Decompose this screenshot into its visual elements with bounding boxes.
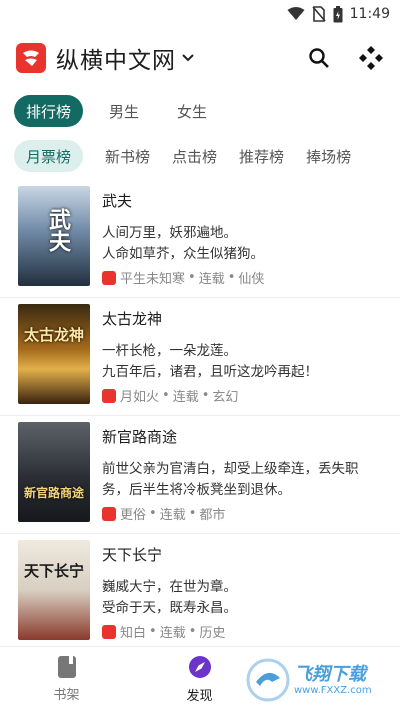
tab-male[interactable]: 男生 — [97, 95, 151, 127]
separator: • — [188, 506, 197, 521]
chevron-down-icon[interactable] — [181, 53, 195, 63]
book-title: 武夫 — [102, 192, 133, 210]
author: 更俗 — [120, 508, 147, 523]
book-description: 前世父亲为官清白，却受上级牵连，丢失职 务，后半生将冷板凳坐到退休。 — [102, 459, 384, 501]
separator: • — [188, 624, 197, 639]
desc-line: 巍威大宁，在世为章。 — [102, 579, 237, 595]
status-bar: 11:49 — [0, 0, 400, 28]
watermark: 飞翔下载 www.FXXZ.com — [246, 653, 396, 707]
nav-bookshelf[interactable]: 书架 — [0, 647, 133, 711]
separator: • — [149, 624, 157, 639]
desc-line: 一杆长枪，一朵龙莲。 — [102, 343, 237, 359]
book-item[interactable]: 武夫 武夫 人间万里，妖邪遍地。 人命如草芥，众生似猪狗。 平生未知寒 • 连载… — [0, 180, 400, 298]
app-logo-icon — [16, 43, 46, 73]
book-title: 太古龙神 — [102, 310, 163, 328]
search-icon — [309, 48, 329, 68]
desc-line: 九百年后，诸君，且听这龙吟再起！ — [102, 364, 318, 380]
book-cover[interactable]: 武夫 — [18, 186, 90, 286]
genre: 玄幻 — [212, 390, 239, 405]
watermark-logo-icon — [246, 658, 290, 702]
watermark-text: 飞翔下载 — [294, 663, 366, 685]
more-button[interactable] — [356, 43, 386, 73]
search-button[interactable] — [304, 43, 334, 73]
category-tabs: 排行榜 男生 女生 — [0, 88, 400, 134]
book-list: 武夫 武夫 人间万里，妖邪遍地。 人命如草芥，众生似猪狗。 平生未知寒 • 连载… — [0, 180, 400, 652]
separator: • — [188, 270, 196, 285]
serial-status: 连载 — [198, 272, 225, 287]
desc-line: 务，后半生将冷板凳坐到退休。 — [102, 482, 291, 498]
battery-icon — [333, 5, 343, 22]
clock: 11:49 — [349, 6, 390, 22]
separator: • — [162, 388, 170, 403]
book-item[interactable]: 太古龙神 太古龙神 一杆长枪，一朵龙莲。 九百年后，诸君，且听这龙吟再起！ 月如… — [0, 298, 400, 416]
book-title: 天下长宁 — [102, 546, 163, 564]
author-logo-icon — [102, 624, 116, 639]
rank-tab-monthly-ticket[interactable]: 月票榜 — [14, 140, 84, 172]
book-description: 一杆长枪，一朵龙莲。 九百年后，诸君，且听这龙吟再起！ — [102, 341, 384, 383]
book-meta: 知白 • 连载 • 历史 — [102, 622, 225, 641]
author-logo-icon — [102, 388, 116, 403]
author-logo-icon — [102, 270, 116, 285]
serial-status: 连载 — [159, 626, 186, 641]
desc-line: 受命于天，既寿永昌。 — [102, 600, 237, 616]
book-meta: 月如火 • 连载 • 玄幻 — [102, 386, 238, 405]
cover-title: 太古龙神 — [23, 326, 84, 344]
genre: 都市 — [199, 508, 226, 523]
watermark-url: www.FXXZ.com — [294, 684, 372, 696]
cover-title: 武夫 — [45, 208, 71, 252]
no-sim-icon — [312, 6, 326, 22]
book-title: 新官路商途 — [102, 428, 178, 446]
tab-female[interactable]: 女生 — [165, 95, 219, 127]
app-bar: 纵横中文网 — [0, 28, 400, 88]
cover-title: 天下长宁 — [23, 562, 84, 580]
book-item[interactable]: 新官路商途 新官路商途 前世父亲为官清白，却受上级牵连，丢失职 务，后半生将冷板… — [0, 416, 400, 534]
nav-label: 书架 — [53, 687, 80, 703]
desc-line: 前世父亲为官清白，却受上级牵连，丢失职 — [102, 461, 359, 477]
app-title[interactable]: 纵横中文网 — [56, 41, 176, 75]
book-meta: 平生未知寒 • 连载 • 仙侠 — [102, 268, 264, 287]
book-cover[interactable]: 太古龙神 — [18, 304, 90, 404]
serial-status: 连载 — [159, 508, 186, 523]
rank-tabs: 月票榜 新书榜 点击榜 推荐榜 捧场榜 — [0, 134, 400, 178]
serial-status: 连载 — [172, 390, 199, 405]
author: 知白 — [120, 626, 147, 641]
desc-line: 人命如草芥，众生似猪狗。 — [102, 246, 264, 262]
rank-tab-new-books[interactable]: 新书榜 — [105, 140, 150, 172]
book-description: 巍威大宁，在世为章。 受命于天，既寿永昌。 — [102, 577, 384, 619]
book-description: 人间万里，妖邪遍地。 人命如草芥，众生似猪狗。 — [102, 223, 384, 265]
book-meta: 更俗 • 连载 • 都市 — [102, 504, 225, 523]
genre: 仙侠 — [238, 272, 265, 287]
genre: 历史 — [199, 626, 226, 641]
author: 平生未知寒 — [120, 272, 186, 287]
separator: • — [201, 388, 210, 403]
game-controller-icon — [359, 46, 383, 70]
book-item[interactable]: 天下长宁 天下长宁 巍威大宁，在世为章。 受命于天，既寿永昌。 知白 • 连载 … — [0, 534, 400, 652]
separator: • — [227, 270, 236, 285]
author-logo-icon — [102, 506, 116, 521]
cover-title: 新官路商途 — [23, 486, 84, 500]
rank-tab-recommend[interactable]: 推荐榜 — [239, 140, 284, 172]
rank-tab-clicks[interactable]: 点击榜 — [172, 140, 217, 172]
bookshelf-icon — [57, 655, 76, 678]
wifi-icon — [287, 7, 305, 20]
separator: • — [149, 506, 157, 521]
rank-tab-support[interactable]: 捧场榜 — [306, 140, 351, 172]
author: 月如火 — [120, 390, 160, 405]
desc-line: 人间万里，妖邪遍地。 — [102, 225, 237, 241]
book-cover[interactable]: 新官路商途 — [18, 422, 90, 522]
book-cover[interactable]: 天下长宁 — [18, 540, 90, 640]
nav-label: 发现 — [186, 688, 213, 704]
tab-ranking[interactable]: 排行榜 — [14, 95, 84, 127]
compass-icon — [188, 655, 211, 678]
